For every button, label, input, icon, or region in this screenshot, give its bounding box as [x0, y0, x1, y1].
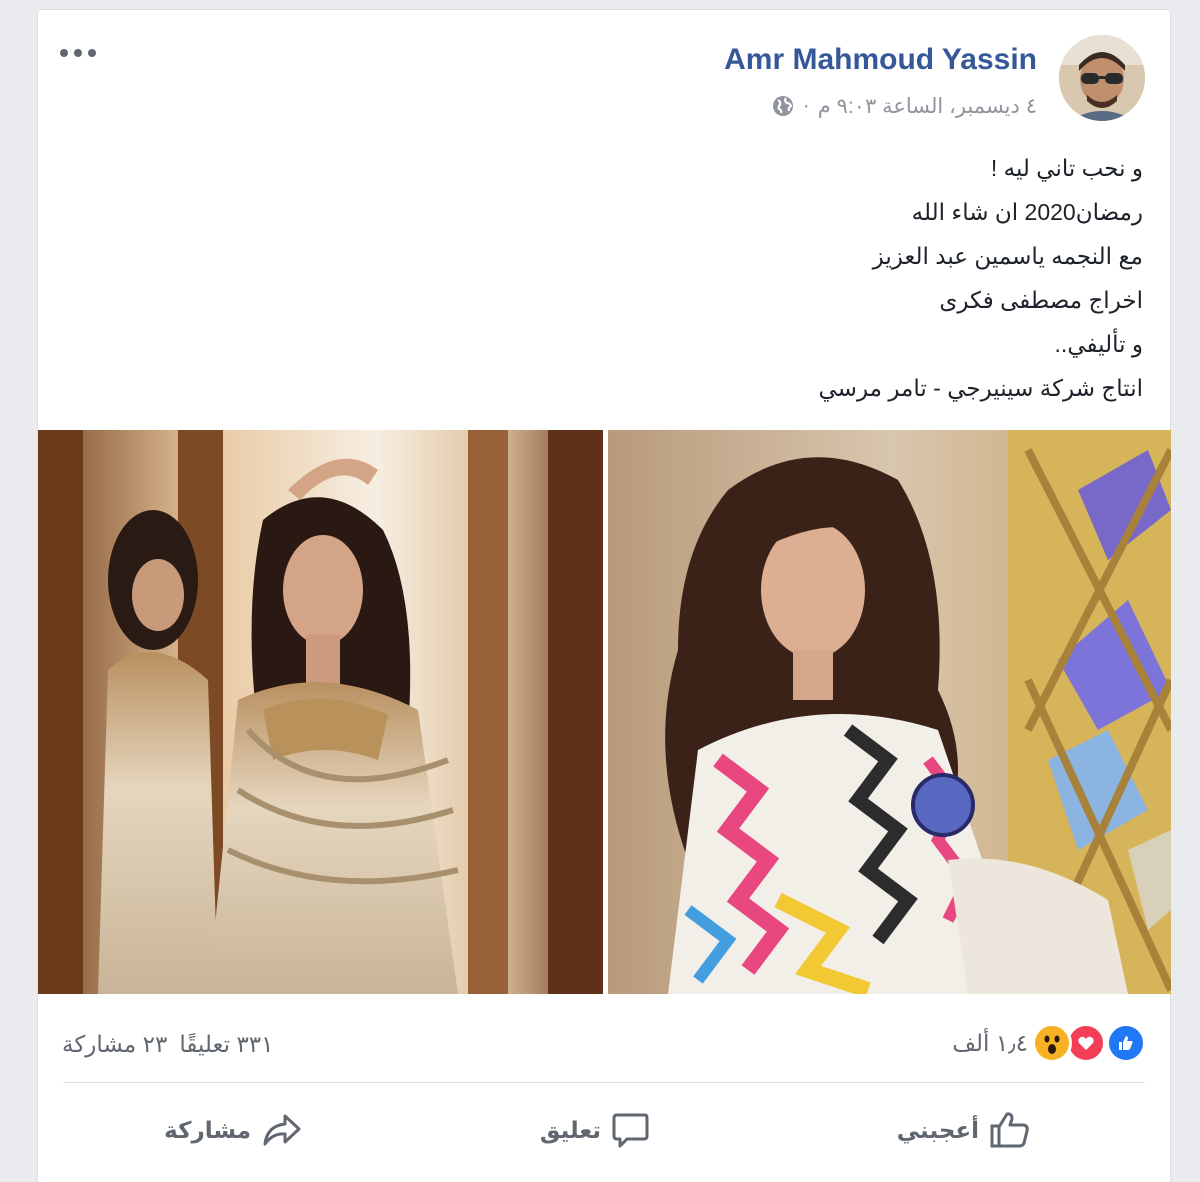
photo-image — [608, 430, 1171, 994]
dot-icon — [88, 49, 96, 57]
share-count[interactable]: ٢٣ مشاركة — [62, 1031, 167, 1058]
comment-label: تعليق — [539, 1116, 601, 1143]
post-text-line: رمضان2020 ان شاء الله — [911, 199, 1143, 225]
divider — [63, 1082, 1145, 1083]
engagement-counts: ٣٣١ تعليقًا ٢٣ مشاركة — [62, 1031, 274, 1058]
wow-icon — [1032, 1023, 1072, 1063]
dot-icon — [74, 49, 82, 57]
comment-icon — [612, 1113, 649, 1148]
share-button[interactable]: مشاركة — [164, 1095, 303, 1165]
comment-count[interactable]: ٣٣١ تعليقًا — [179, 1031, 273, 1058]
like-button[interactable]: أعجبني — [897, 1095, 1031, 1165]
reaction-count[interactable]: ١٫٤ ألف — [952, 1030, 1028, 1057]
post-text-line: اخراج مصطفى فكرى — [939, 287, 1143, 313]
share-label: مشاركة — [164, 1116, 251, 1143]
photo-grid — [38, 430, 1171, 994]
meta-separator: · — [802, 94, 810, 117]
post-stats: ١٫٤ ألف ٣٣١ تعليقًا ٢٣ مشاركة — [38, 1013, 1171, 1073]
author-name[interactable]: Amr Mahmoud Yassin — [724, 43, 1037, 77]
post-text-line: و تأليفي.. — [1054, 331, 1143, 357]
thumbs-up-icon — [990, 1112, 1029, 1148]
post-text-line: و نحب تاني ليه ! — [990, 155, 1143, 181]
share-icon — [263, 1114, 301, 1146]
dot-icon — [60, 49, 68, 57]
post-text-line: مع النجمه ياسمين عبد العزيز — [872, 243, 1143, 269]
post-photo-2[interactable] — [608, 430, 1171, 994]
comment-button[interactable]: تعليق — [540, 1095, 651, 1165]
post-text: و نحب تاني ليه ! رمضان2020 ان شاء الله م… — [243, 146, 1143, 410]
post-meta: ٤ ديسمبر، الساعة ٩:٠٣ م · — [771, 90, 1037, 122]
post-text-line: انتاج شركة سينيرجي - تامر مرسي — [818, 375, 1143, 401]
author-avatar[interactable] — [1059, 35, 1145, 121]
like-label: أعجبني — [896, 1116, 979, 1143]
globe-icon[interactable] — [771, 94, 795, 118]
reaction-summary[interactable]: ١٫٤ ألف — [952, 1023, 1146, 1063]
more-options-button[interactable] — [56, 38, 100, 68]
avatar-image — [1059, 35, 1145, 121]
love-icon — [1066, 1023, 1106, 1063]
post-actions: أعجبني تعليق مشاركة — [38, 1095, 1171, 1165]
post-photo-1[interactable] — [38, 430, 603, 994]
post-timestamp[interactable]: ٤ ديسمبر، الساعة ٩:٠٣ م — [818, 94, 1037, 119]
photo-image — [38, 430, 603, 994]
like-icon — [1106, 1023, 1146, 1063]
post-card: Amr Mahmoud Yassin ٤ ديسمبر، الساعة ٩:٠٣… — [37, 9, 1171, 1182]
